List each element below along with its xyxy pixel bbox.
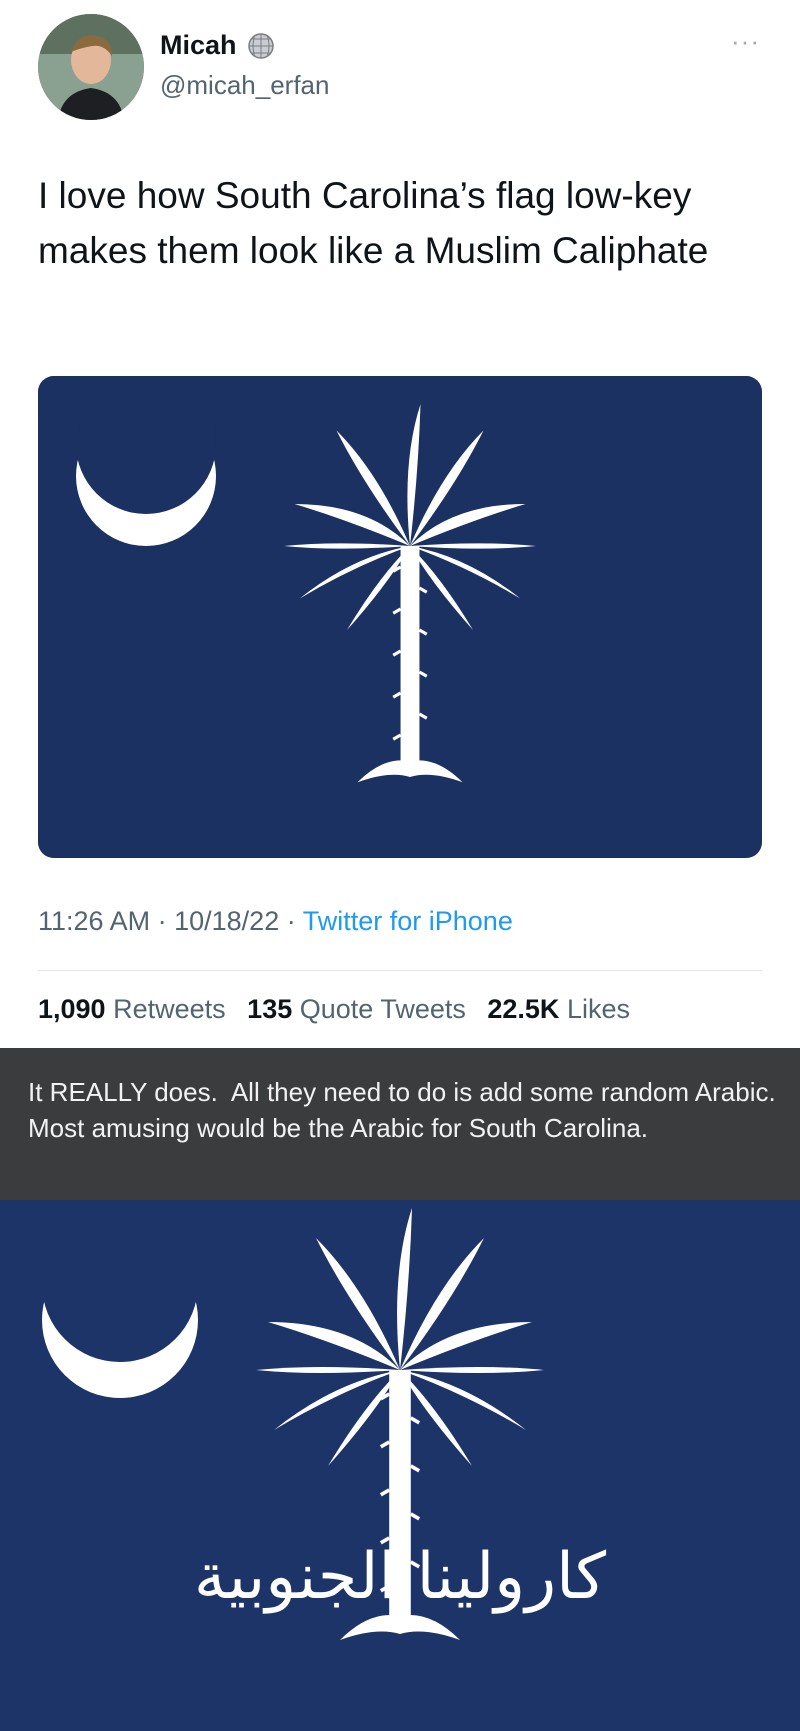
tweet-media-flag[interactable] xyxy=(38,376,762,858)
divider xyxy=(38,970,762,971)
author-handle[interactable]: @micah_erfan xyxy=(160,70,329,101)
edited-flag-image: كارولينا الجنوبية xyxy=(0,1200,800,1731)
likes-stat[interactable]: 22.5K Likes xyxy=(487,994,630,1024)
quotes-count: 135 xyxy=(247,994,293,1024)
more-options-icon[interactable]: ··· xyxy=(731,26,760,57)
retweets-label: Retweets xyxy=(113,994,226,1024)
quotes-stat[interactable]: 135 Quote Tweets xyxy=(247,994,466,1024)
author-name[interactable]: Micah xyxy=(160,30,237,61)
author-row: Micah xyxy=(160,30,275,61)
disco-ball-icon xyxy=(247,32,274,59)
arabic-caption: كارولينا الجنوبية xyxy=(193,1540,607,1614)
retweets-stat[interactable]: 1,090 Retweets xyxy=(38,994,226,1024)
likes-label: Likes xyxy=(566,994,630,1024)
reply-comment: It REALLY does. All they need to do is a… xyxy=(0,1048,800,1200)
meta-separator: · xyxy=(286,906,296,936)
crescent-icon xyxy=(42,1206,198,1398)
tweet-metadata: 11:26 AM · 10/18/22 · Twitter for iPhone xyxy=(38,906,513,937)
tweet-card: Micah @micah_erfan ··· I love how South … xyxy=(0,0,800,1048)
meta-separator: · xyxy=(157,906,167,936)
tweet-time[interactable]: 11:26 AM xyxy=(38,906,150,936)
tweet-text: I love how South Carolina’s flag low-key… xyxy=(38,175,709,271)
likes-count: 22.5K xyxy=(487,994,560,1024)
crescent-icon xyxy=(76,376,216,546)
tweet-date[interactable]: 10/18/22 xyxy=(174,906,279,936)
reply-text: It REALLY does. All they need to do is a… xyxy=(28,1077,783,1143)
tweet-source-link[interactable]: Twitter for iPhone xyxy=(303,906,513,936)
tweet-stats: 1,090 Retweets 135 Quote Tweets 22.5K Li… xyxy=(38,994,630,1025)
retweets-count: 1,090 xyxy=(38,994,106,1024)
avatar[interactable] xyxy=(38,14,144,120)
quotes-label: Quote Tweets xyxy=(299,994,466,1024)
